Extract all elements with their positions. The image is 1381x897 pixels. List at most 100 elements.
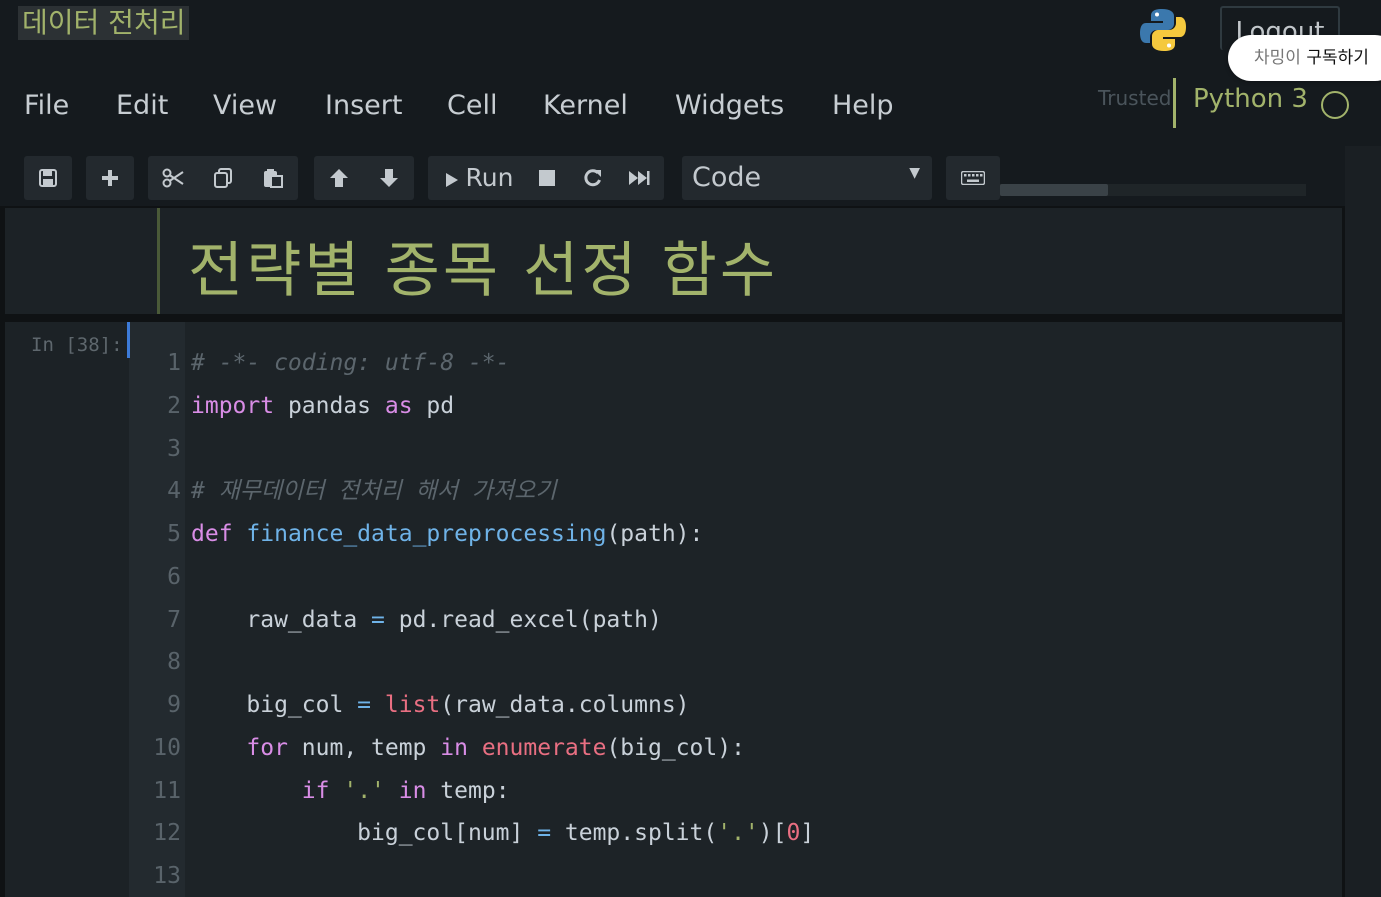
cell-type-select[interactable]: Code ▼ <box>682 156 932 200</box>
code-token: = <box>537 820 552 847</box>
code-token: (path): <box>606 521 704 547</box>
subscribe-label[interactable]: 구독하기 <box>1306 48 1369 68</box>
cell-type-value: Code <box>692 162 762 193</box>
restart-button[interactable] <box>570 156 616 200</box>
line-number: 9 <box>167 692 181 718</box>
arrow-down-icon <box>380 169 398 187</box>
code-token: '.' <box>343 777 385 804</box>
code-token: (big_col): <box>606 734 745 761</box>
fast-forward-icon <box>629 171 650 185</box>
run-label: Run <box>465 163 514 192</box>
code-token: temp.split( <box>551 820 718 847</box>
line-number: 2 <box>167 392 181 419</box>
keyboard-group <box>946 156 1000 200</box>
code-token: = <box>357 692 372 718</box>
code-token: finance_data_preprocessing <box>246 521 607 547</box>
code-token: list <box>384 692 441 718</box>
page-scrollbar-track[interactable] <box>1345 146 1381 897</box>
scrolled-code-fragment: ▀ ▀ ▀▀ ▀▀▀▀ ▀ ▀▀▀▀▀▀▀▀▀▀▀▀▀▀▀▀▀▀ ▀▀ ▀▀▀▀… <box>210 146 1290 154</box>
markdown-cell-border <box>157 208 160 314</box>
arrow-up-icon <box>330 169 348 187</box>
command-palette-button[interactable] <box>946 156 1000 200</box>
code-token: raw_data <box>191 606 372 633</box>
code-token: import <box>191 392 275 419</box>
toolbar: ▀ ▀ ▀▀ ▀▀▀▀ ▀ ▀▀▀▀▀▀▀▀▀▀▀▀▀▀▀▀▀▀ ▀▀ ▀▀▀▀… <box>0 146 1345 206</box>
code-line: if '.' in temp: <box>191 770 510 813</box>
code-token: pandas <box>274 392 385 419</box>
code-line: def finance_data_preprocessing(path): <box>191 513 703 556</box>
line-number: 3 <box>167 435 181 462</box>
code-token: in <box>440 734 468 761</box>
line-number: 7 <box>167 606 181 633</box>
code-token: '.' <box>717 820 759 847</box>
notebook-container: 전략별 종목 선정 함수 In [38]: 1 # -*- coding: utf… <box>0 206 1345 897</box>
keyboard-icon <box>960 170 986 186</box>
save-button[interactable] <box>24 156 72 200</box>
cut-button[interactable] <box>148 156 198 200</box>
kernel-name[interactable]: Python 3 <box>1193 84 1308 114</box>
run-group: Run <box>428 156 664 200</box>
move-down-button[interactable] <box>364 156 414 200</box>
code-token: ] <box>800 820 815 847</box>
move-up-button[interactable] <box>314 156 364 200</box>
move-group <box>314 156 414 200</box>
insert-cell-button[interactable] <box>86 156 134 200</box>
code-token: if <box>301 777 330 804</box>
subscribe-tooltip[interactable]: 차밍이 구독하기 <box>1228 35 1381 81</box>
code-cell[interactable]: In [38]: 1 # -*- coding: utf-8 -*- 2 import… <box>5 322 1342 897</box>
code-token: enumerate <box>481 734 607 761</box>
menu-insert[interactable]: Insert <box>325 78 402 134</box>
line-number: 12 <box>153 820 181 847</box>
line-number: 1 <box>167 350 181 376</box>
notebook-header: 데이터 전처리 Logout 차밍이 구독하기 File Edit View I… <box>0 0 1381 146</box>
markdown-cell[interactable]: 전략별 종목 선정 함수 <box>5 208 1342 314</box>
stop-icon <box>539 170 555 186</box>
code-token: big_col[num] <box>191 820 538 847</box>
menu-cell[interactable]: Cell <box>447 78 497 134</box>
code-token: # 재무데이터 전처리 해서 가져오기 <box>191 478 557 505</box>
code-token: 0 <box>786 820 801 847</box>
copy-button[interactable] <box>198 156 248 200</box>
dropdown-arrow-icon: ▼ <box>909 165 920 181</box>
run-all-button[interactable] <box>616 156 662 200</box>
menu-kernel[interactable]: Kernel <box>543 78 628 134</box>
markdown-heading: 전략별 종목 선정 함수 <box>188 236 779 306</box>
interrupt-button[interactable] <box>524 156 570 200</box>
code-token: pd.read_excel(path) <box>384 606 662 633</box>
code-token: # -*- coding: utf-8 -*- <box>191 350 510 376</box>
save-group <box>24 156 72 200</box>
menu-file[interactable]: File <box>24 78 69 134</box>
code-token: (raw_data.columns) <box>440 692 690 718</box>
menu-widgets[interactable]: Widgets <box>675 78 784 134</box>
toolbar-scrollbar-thumb[interactable] <box>1000 184 1108 196</box>
line-number: 6 <box>167 563 181 590</box>
code-token: for <box>246 734 288 761</box>
run-button[interactable]: Run <box>434 156 524 200</box>
line-number: 5 <box>167 521 181 547</box>
code-line: # 재무데이터 전처리 해서 가져오기 <box>191 470 556 513</box>
notebook-title[interactable]: 데이터 전처리 <box>18 6 190 40</box>
code-token: in <box>398 777 427 804</box>
code-line: big_col[num] = temp.split('.')[0] <box>191 812 814 855</box>
insert-group <box>86 156 134 200</box>
menu-edit[interactable]: Edit <box>116 78 168 134</box>
code-line: import pandas as pd <box>191 385 454 428</box>
cut-icon <box>162 168 184 188</box>
trusted-indicator[interactable]: Trusted <box>1098 86 1171 110</box>
plus-icon <box>102 170 118 186</box>
paste-button[interactable] <box>248 156 298 200</box>
python-logo-icon <box>1138 6 1188 54</box>
line-number: 4 <box>167 478 181 505</box>
menu-view[interactable]: View <box>213 78 277 134</box>
code-token: num, temp <box>287 734 441 761</box>
code-line: raw_data = pd.read_excel(path) <box>191 599 662 642</box>
code-token: big_col <box>191 692 358 718</box>
toolbar-scrollbar[interactable] <box>1000 184 1306 196</box>
code-token: temp: <box>426 777 510 804</box>
channel-name: 차밍이 <box>1254 48 1301 68</box>
menu-help[interactable]: Help <box>832 78 894 134</box>
